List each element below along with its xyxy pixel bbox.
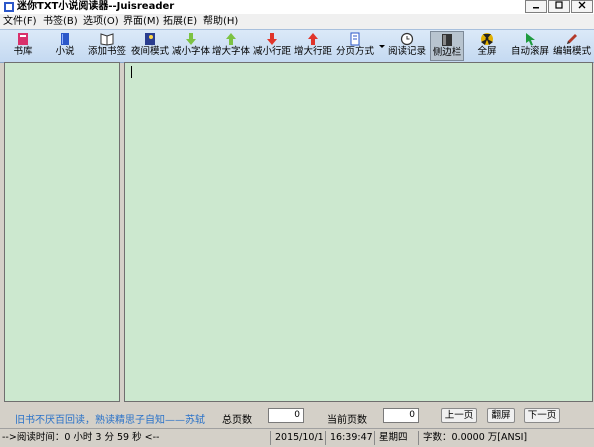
text-cursor xyxy=(131,66,132,78)
window-title: 迷你TXT小说阅读器--Juisreader xyxy=(17,1,175,12)
pagination-mode-button[interactable]: 分页方式 xyxy=(334,31,376,61)
word-count: 字数：0.0000 万[ANSI] xyxy=(418,431,527,445)
minimize-icon xyxy=(533,7,539,9)
night-mode-button[interactable]: 夜间模式 xyxy=(130,31,170,61)
arrow-down-icon xyxy=(186,33,196,45)
pagination-dropdown[interactable] xyxy=(378,31,386,61)
maximize-icon xyxy=(555,1,563,9)
prev-page-button[interactable]: 上一页 xyxy=(441,408,477,423)
flip-screen-button[interactable]: 翻屏 xyxy=(487,408,515,423)
maximize-button[interactable] xyxy=(548,0,570,13)
book-icon xyxy=(61,33,69,45)
close-button[interactable] xyxy=(571,0,593,13)
bookshelf-button[interactable]: 书库 xyxy=(6,31,40,61)
novel-button[interactable]: 小说 xyxy=(50,31,80,61)
status-time: 16:39:47 xyxy=(325,431,373,445)
status-bar: -->阅读时间：0 小时 3 分 59 秒 <-- 2015/10/1 16:3… xyxy=(0,428,594,447)
page-control-bar: 旧书不厌百回读，熟读精思子自知——苏轼 总页数 0 当前页数 0 上一页 翻屏 … xyxy=(0,404,594,427)
menu-bookmark[interactable]: 书签(B) xyxy=(43,14,78,29)
menu-extension[interactable]: 拓展(E) xyxy=(163,14,197,29)
menu-interface[interactable]: 界面(M) xyxy=(123,14,159,29)
toolbar: 书库 小说 添加书签 夜间模式 减小字体 增大字体 减小行距 增大行距 分页方式… xyxy=(0,29,594,63)
add-bookmark-button[interactable]: 添加书签 xyxy=(86,31,128,61)
current-page-label: 当前页数 xyxy=(327,415,367,426)
chevron-down-icon xyxy=(379,45,385,48)
increase-font-button[interactable]: 增大字体 xyxy=(211,31,251,61)
pencil-icon xyxy=(567,34,577,44)
minimize-button[interactable] xyxy=(525,0,547,13)
current-page-field[interactable]: 0 xyxy=(383,408,419,423)
title-bar: 迷你TXT小说阅读器--Juisreader xyxy=(0,0,594,14)
auto-scroll-button[interactable]: 自动滚屏 xyxy=(509,31,551,61)
cursor-icon xyxy=(526,33,535,46)
fullscreen-icon xyxy=(481,33,493,45)
reading-time: -->阅读时间：0 小时 3 分 59 秒 <-- xyxy=(2,432,160,443)
edit-mode-button[interactable]: 编辑模式 xyxy=(552,31,592,61)
bookshelf-icon xyxy=(18,33,28,45)
total-pages-field: 0 xyxy=(268,408,304,423)
close-icon xyxy=(578,1,586,9)
status-date: 2015/10/1 xyxy=(270,431,324,445)
decrease-font-button[interactable]: 减小字体 xyxy=(171,31,211,61)
menu-file[interactable]: 文件(F) xyxy=(3,14,37,29)
arrow-up-icon xyxy=(226,33,236,45)
status-weekday: 星期四 xyxy=(374,431,408,445)
page-icon xyxy=(350,32,360,46)
sidebar-icon xyxy=(442,34,452,46)
menu-bar: 文件(F) 书签(B) 选项(O) 界面(M) 拓展(E) 帮助(H) xyxy=(0,14,594,29)
reading-area[interactable] xyxy=(124,62,593,402)
decrease-line-spacing-button[interactable]: 减小行距 xyxy=(252,31,292,61)
next-page-button[interactable]: 下一页 xyxy=(524,408,560,423)
increase-line-spacing-button[interactable]: 增大行距 xyxy=(293,31,333,61)
sidebar-toggle-button[interactable]: 侧边栏 xyxy=(430,31,464,61)
clock-icon xyxy=(400,32,414,46)
total-pages-label: 总页数 xyxy=(222,415,252,426)
app-icon xyxy=(4,2,14,12)
quote-text: 旧书不厌百回读，熟读精思子自知——苏轼 xyxy=(15,415,205,426)
reading-history-button[interactable]: 阅读记录 xyxy=(386,31,428,61)
menu-options[interactable]: 选项(O) xyxy=(83,14,119,29)
menu-help[interactable]: 帮助(H) xyxy=(203,14,238,29)
fullscreen-button[interactable]: 全屏 xyxy=(472,31,502,61)
arrow-up-icon xyxy=(308,33,318,45)
night-icon xyxy=(145,33,155,45)
arrow-down-icon xyxy=(267,33,277,45)
open-book-icon xyxy=(100,33,114,46)
sidebar-panel[interactable] xyxy=(4,62,120,402)
